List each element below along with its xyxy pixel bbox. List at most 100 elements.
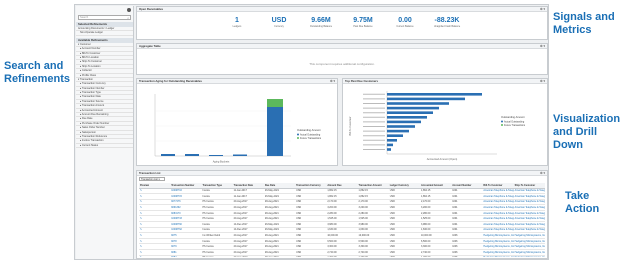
- top-customers-panel: Top Past Due Customers ⚙ ▾ Accounted Amo…: [342, 78, 548, 166]
- metric-value: 9.75M: [353, 17, 373, 24]
- search-input[interactable]: Search ⌕: [78, 15, 131, 20]
- panel-title: Aggregate Table ⚙ ▾: [137, 44, 547, 49]
- bar[interactable]: [387, 102, 449, 105]
- aging-chart: Aging Buckets Outstanding Amount Actual …: [154, 94, 322, 164]
- table-cell[interactable]: Hedgehog Microsystems, Inc.: [513, 255, 545, 257]
- metric-value: 1: [235, 17, 239, 24]
- panel-title-text: Aggregate Table: [139, 44, 161, 48]
- bar[interactable]: [387, 148, 391, 151]
- table-cell: USD: [295, 255, 327, 257]
- refinement-item[interactable]: ▸ Current Status: [76, 144, 133, 149]
- table-cell: 1006: [451, 255, 483, 257]
- table-cell[interactable]: 8282: [170, 255, 202, 257]
- callout-line: and Drill: [553, 126, 598, 138]
- bar[interactable]: [267, 99, 283, 107]
- metric-tile[interactable]: 9.75M Past Due Balance: [347, 17, 379, 28]
- bar[interactable]: [161, 154, 175, 156]
- refinements-sidebar: Search ⌕ Selected Refinements Accounting…: [76, 6, 134, 259]
- configuration-message: This component requires additional confi…: [309, 62, 375, 66]
- callout-line: Metrics: [553, 24, 592, 36]
- legend-swatch: [501, 120, 503, 123]
- metric-tile[interactable]: 1 Ledgers: [221, 17, 253, 28]
- legend-item: Future Transactions: [300, 137, 322, 140]
- metric-label: Ledgers: [232, 25, 242, 28]
- legend-swatch: [501, 124, 503, 126]
- table-body: ✎ 10008716 Invoice 11-Jan-2017 26-May-2021 US…: [139, 188, 545, 257]
- panel-menu-icon[interactable]: ⚙ ▾: [330, 79, 335, 84]
- panel-menu-icon[interactable]: ⚙ ▾: [540, 171, 545, 176]
- legend-title: Outstanding Amount: [297, 128, 321, 132]
- metric-tile[interactable]: 9.66M Outstanding Balance: [305, 17, 337, 28]
- panel-menu-icon[interactable]: ⚙ ▾: [540, 79, 545, 84]
- selected-refinement[interactable]: Non-Operate Ledger: [76, 31, 133, 36]
- transaction-table: Preview Transaction Number Transaction Typ…: [139, 183, 545, 257]
- legend-swatch: [297, 133, 299, 136]
- panel-title: Top Past Due Customers ⚙ ▾: [343, 79, 547, 84]
- callout-line: Down: [553, 139, 583, 151]
- list-selector-dropdown[interactable]: Transaction List ▾: [139, 177, 165, 181]
- metric-tile[interactable]: -88.23K Unapplied Cash Balance: [431, 17, 463, 28]
- metric-label: Outstanding Balance: [309, 25, 333, 28]
- table-cell: USD: [388, 255, 420, 257]
- panel-title-text: Open Receivables: [139, 7, 164, 11]
- callout-line: Signals and: [553, 11, 615, 23]
- refinement-list: ▾ Customer ▸ Account Number ▸ Bill-To Cust…: [76, 43, 133, 149]
- bar[interactable]: [387, 106, 439, 110]
- bar[interactable]: [387, 93, 482, 96]
- bar[interactable]: [387, 129, 409, 133]
- metrics-row: 1 Ledgers USD Currency 9.66M Outstanding Bala…: [137, 12, 547, 28]
- callout-line: Refinements: [4, 73, 71, 85]
- table-cell: 1,200.00: [357, 255, 389, 257]
- table-row[interactable]: ✎8282PS Invoice20-Aug-201728-Aug-2021USD…: [139, 255, 545, 257]
- bar[interactable]: [387, 116, 427, 119]
- metric-tile[interactable]: USD Currency: [263, 17, 295, 28]
- x-axis-label: Aging Buckets: [213, 160, 230, 164]
- x-axis-label: Accounted Amount (Open): [427, 157, 458, 161]
- bar[interactable]: [387, 125, 415, 128]
- panel-menu-icon[interactable]: ⚙ ▾: [540, 44, 545, 49]
- search-icon[interactable]: ⌕: [127, 16, 129, 20]
- bar[interactable]: [233, 154, 247, 157]
- callout-take-action: Take Action: [565, 190, 624, 216]
- transaction-list-panel: Transaction List ⚙ ▾ Transaction List ▾ …: [136, 170, 548, 259]
- table-cell: 1,200.00: [326, 255, 358, 257]
- aging-chart-panel: Transaction Aging for Outstanding Receiv…: [136, 78, 338, 166]
- info-icon[interactable]: [127, 8, 131, 12]
- search-placeholder: Search: [80, 16, 89, 19]
- bar[interactable]: [387, 111, 433, 114]
- transaction-table-wrapper: Preview Transaction Number Transaction Typ…: [139, 183, 545, 257]
- bar[interactable]: [267, 107, 283, 156]
- table-cell: 20-Aug-2017: [232, 255, 264, 257]
- bar[interactable]: [387, 139, 397, 142]
- table-cell[interactable]: Hedgehog Microsystems, Inc.: [482, 255, 514, 257]
- metric-value: 9.66M: [311, 17, 331, 24]
- aggregate-table-panel: Aggregate Table ⚙ ▾ This component requi…: [136, 43, 548, 75]
- sidebar-toolbar: [76, 6, 133, 14]
- bar[interactable]: [387, 134, 403, 137]
- bar[interactable]: [387, 97, 465, 101]
- top-customers-chart: Accounted Amount (Open) Bill-To Customer…: [348, 91, 526, 161]
- callout-line: Search and: [4, 60, 64, 72]
- table-cell: PS Invoice: [201, 255, 233, 257]
- metric-label: Past Due Balance: [353, 25, 373, 28]
- panel-title-text: Top Past Due Customers: [345, 79, 379, 83]
- table-cell: 28-Aug-2021: [263, 255, 296, 257]
- callout-signals-metrics: Signals and Metrics: [553, 11, 615, 37]
- panel-menu-icon[interactable]: ⚙ ▾: [540, 7, 545, 12]
- table-cell: 1,200.00: [419, 255, 452, 257]
- bar[interactable]: [387, 120, 421, 124]
- panel-title-text: Transaction Aging for Outstanding Receiv…: [139, 79, 202, 83]
- callout-line: Take Action: [565, 190, 600, 215]
- preview-icon[interactable]: ✎: [139, 255, 171, 257]
- main-content: Open Receivables ⚙ ▾ 1 Ledgers USD Currency…: [136, 6, 548, 259]
- bar[interactable]: [209, 155, 223, 156]
- legend-title: Outstanding Amount: [501, 115, 525, 119]
- metric-tile[interactable]: 0.00 Current Balance: [389, 17, 421, 28]
- bar[interactable]: [387, 143, 393, 147]
- bar[interactable]: [185, 154, 199, 156]
- metric-label: Current Balance: [396, 25, 414, 28]
- metric-label: Unapplied Cash Balance: [433, 25, 461, 28]
- panel-title: Transaction List ⚙ ▾: [137, 171, 547, 176]
- metric-value: -88.23K: [434, 17, 460, 24]
- callout-search-refinements: Search and Refinements: [4, 60, 70, 86]
